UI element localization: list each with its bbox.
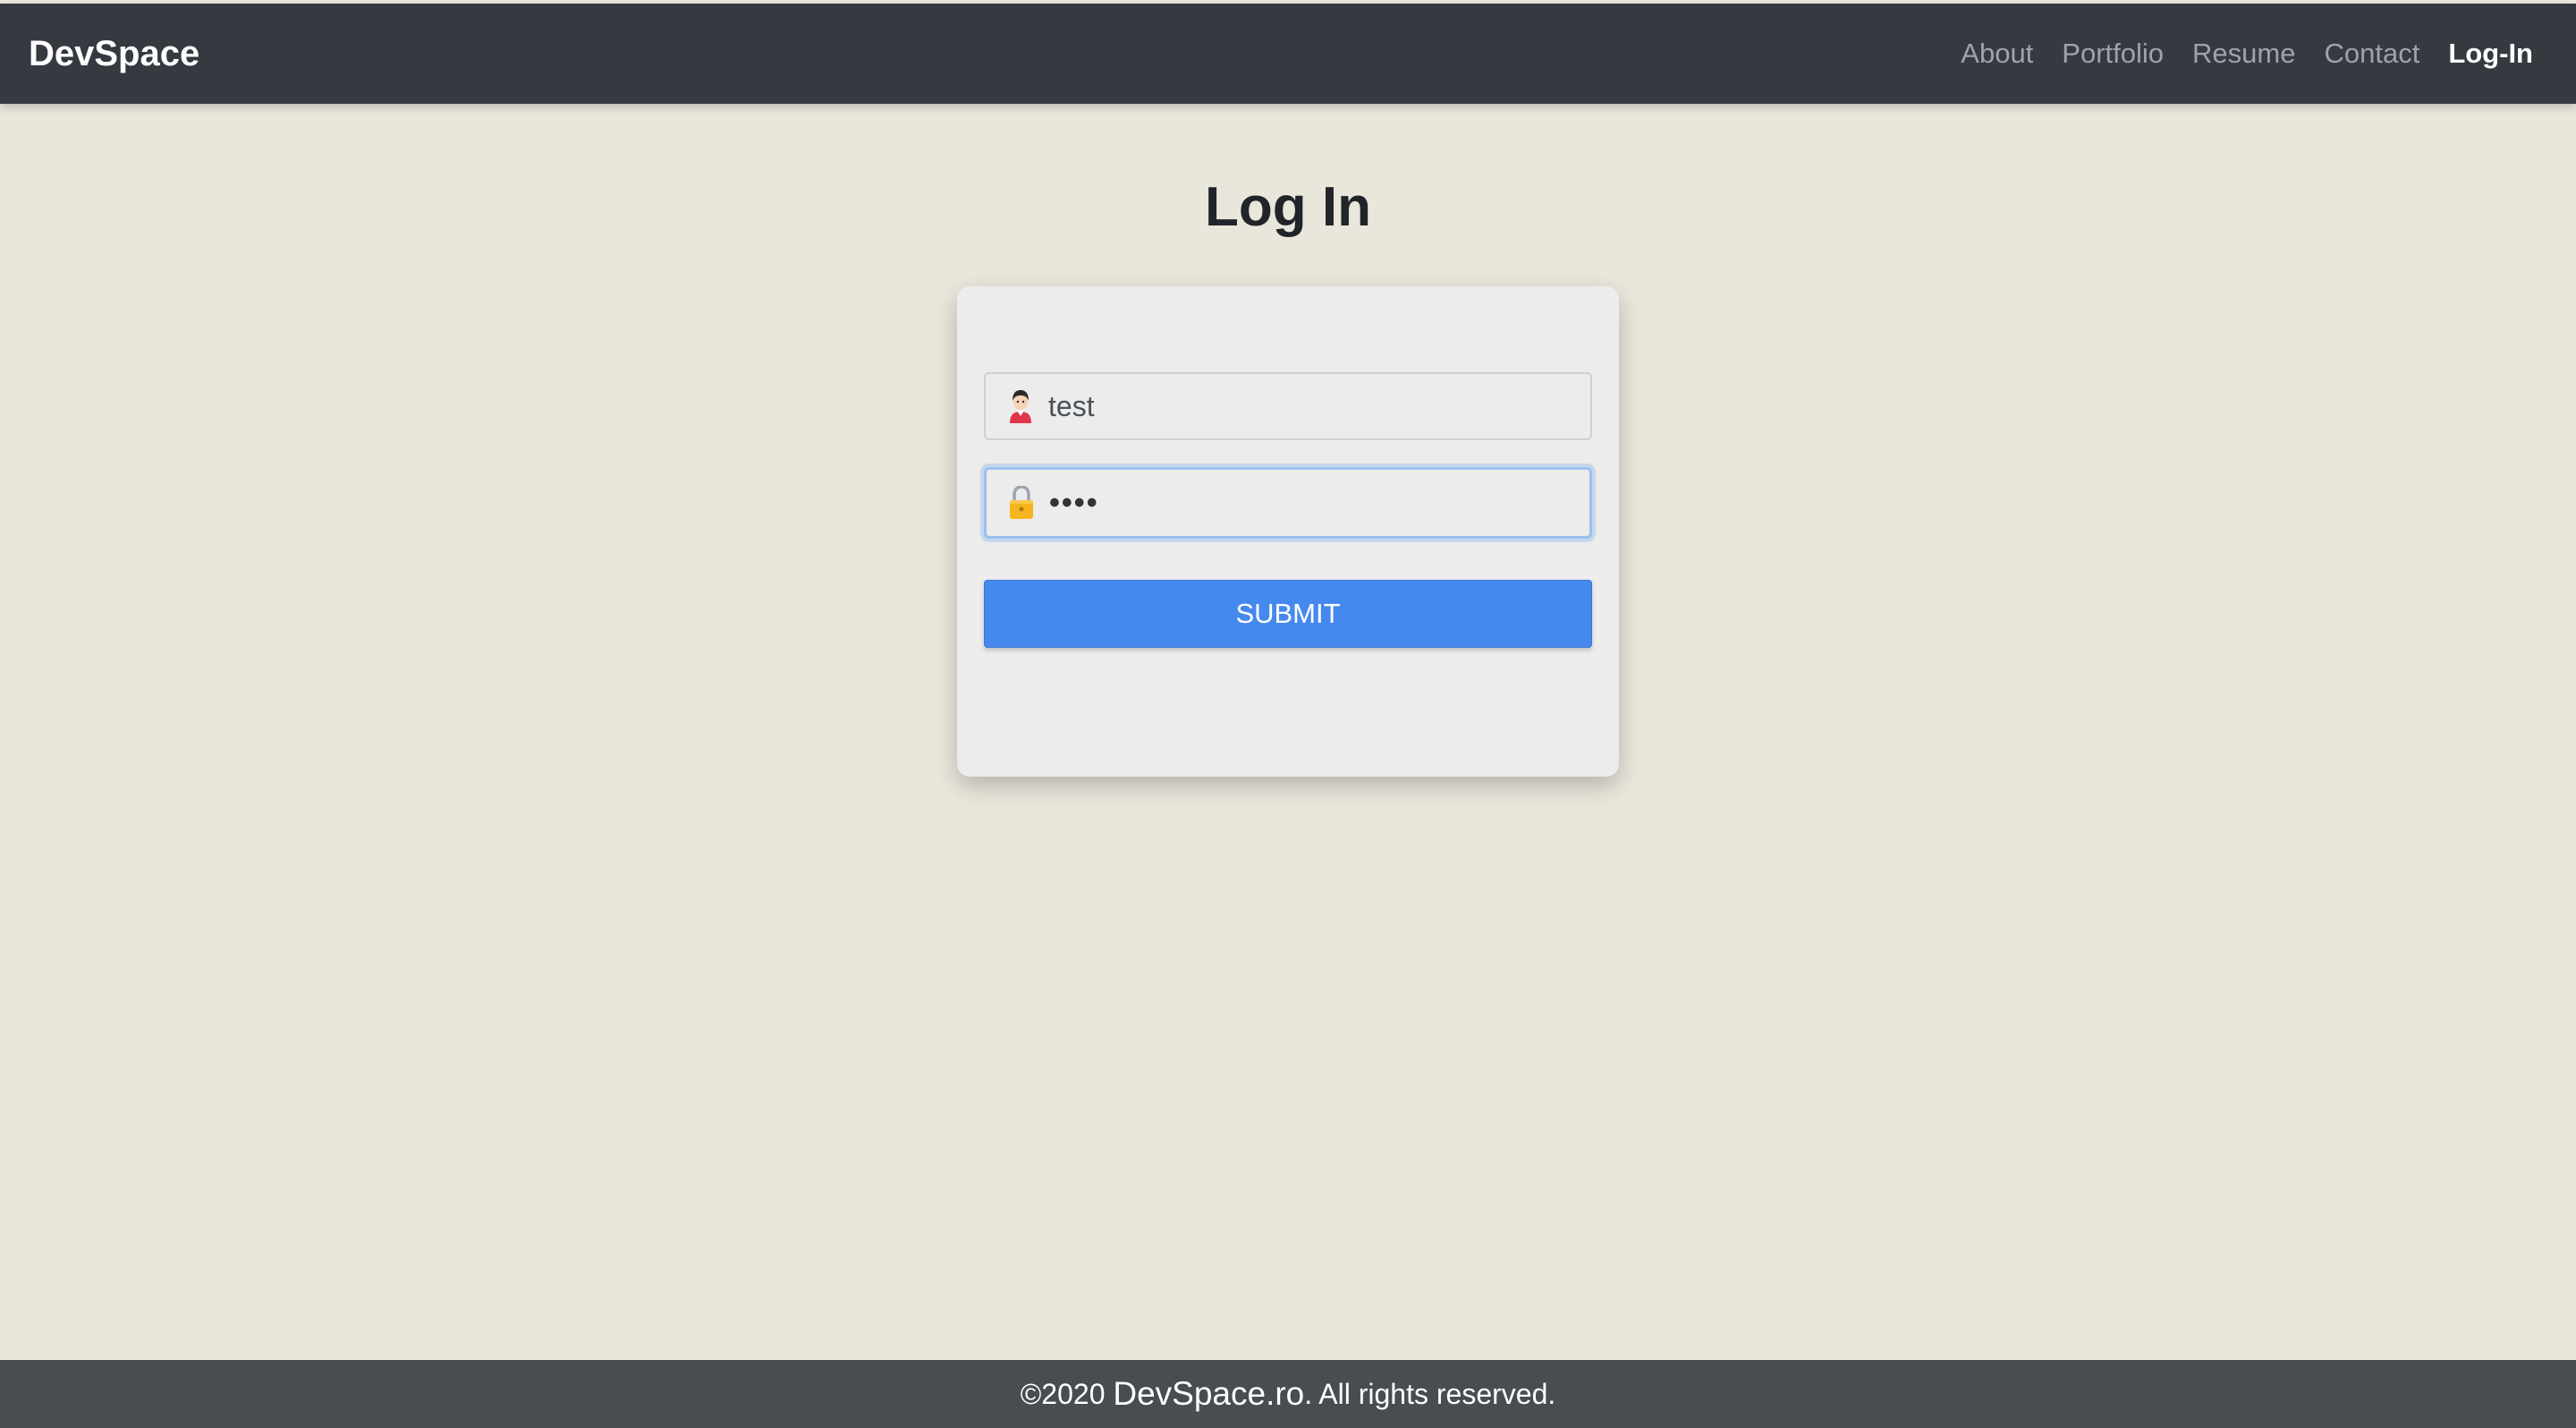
page-title: Log In <box>1205 176 1371 238</box>
brand-logo[interactable]: DevSpace <box>29 4 199 104</box>
user-icon <box>1005 388 1036 424</box>
footer-rights: . All rights reserved. <box>1304 1377 1556 1410</box>
nav-link-contact[interactable]: Contact <box>2324 38 2419 70</box>
nav-link-login[interactable]: Log-In <box>2448 38 2533 70</box>
login-card: test •••• SUBMIT <box>957 286 1619 777</box>
footer: ©2020 DevSpace.ro . All rights reserved. <box>0 1360 2576 1428</box>
nav-links: About Portfolio Resume Contact Log-In <box>1932 4 2533 104</box>
footer-copyright: ©2020 <box>1020 1377 1114 1410</box>
nav-link-portfolio[interactable]: Portfolio <box>2062 38 2164 70</box>
password-value: •••• <box>1049 485 1099 520</box>
username-field[interactable]: test <box>984 372 1592 440</box>
nav-link-about[interactable]: About <box>1961 38 2033 70</box>
footer-domain-link[interactable]: DevSpace.ro <box>1113 1375 1304 1413</box>
password-field[interactable]: •••• <box>984 467 1592 539</box>
navbar: DevSpace About Portfolio Resume Contact … <box>0 4 2576 104</box>
nav-link-resume[interactable]: Resume <box>2192 38 2295 70</box>
username-value: test <box>1048 389 1095 422</box>
submit-button[interactable]: SUBMIT <box>984 580 1592 648</box>
lock-icon <box>1006 485 1037 521</box>
